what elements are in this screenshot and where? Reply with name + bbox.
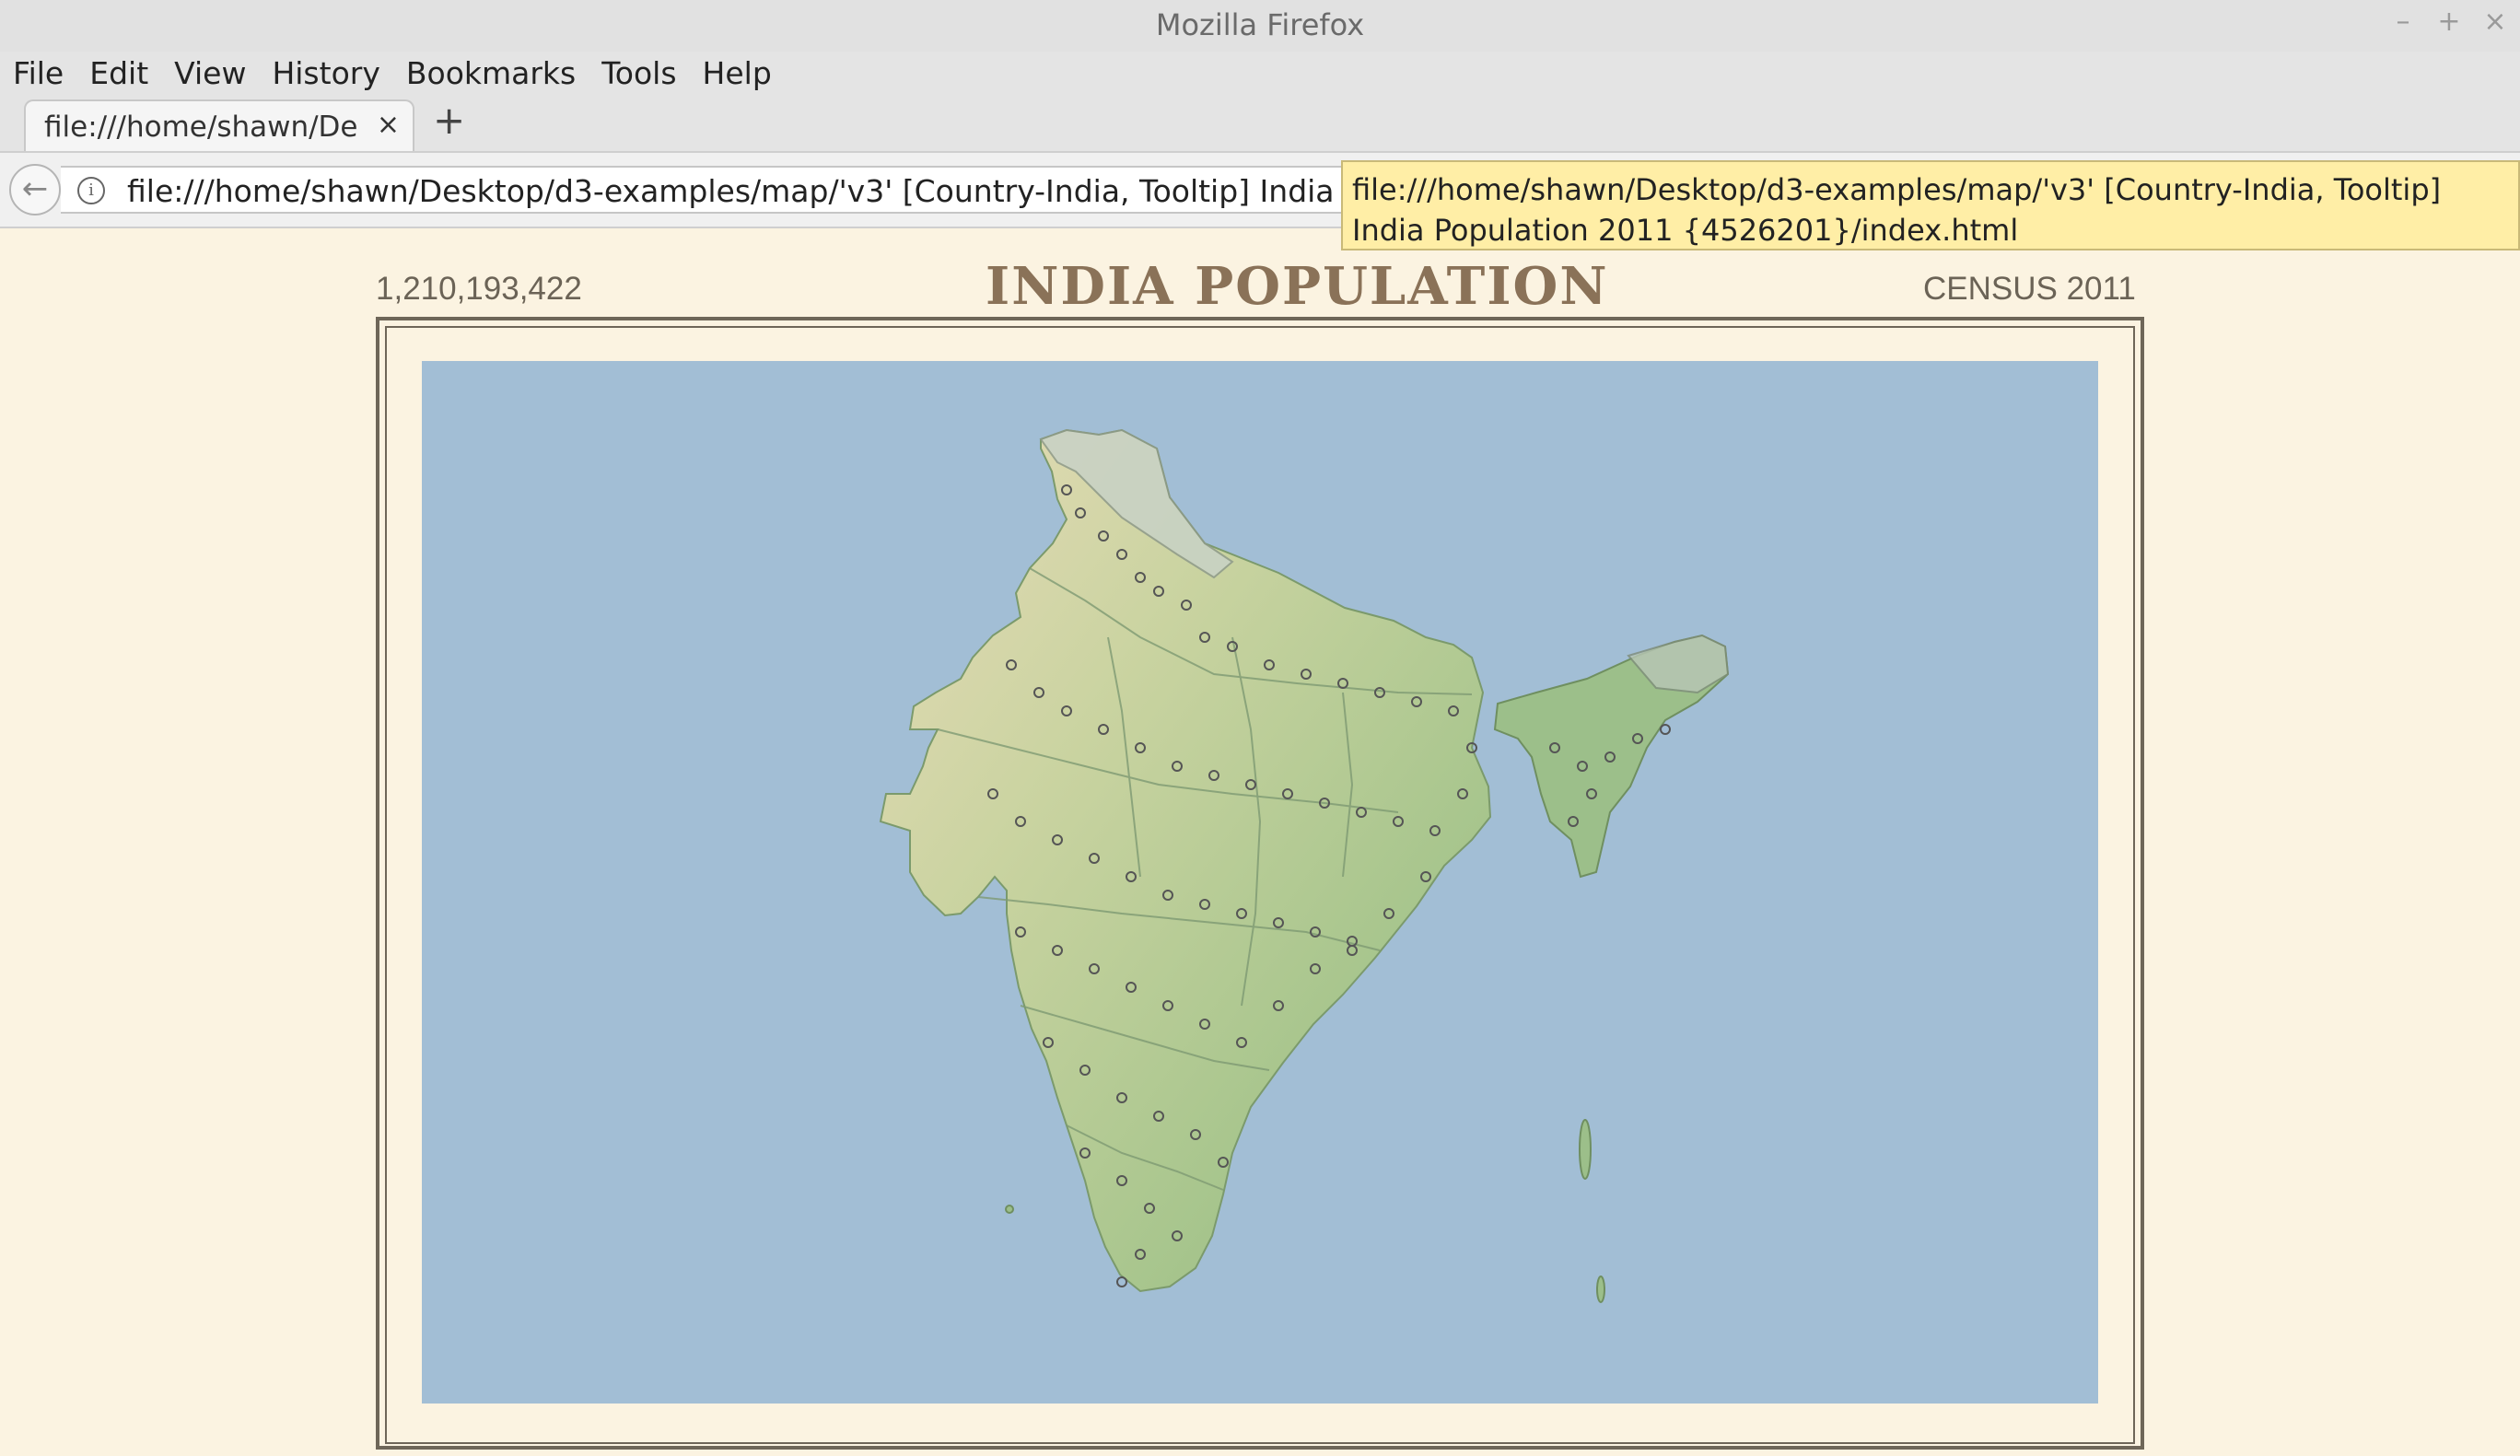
- tab-title: file:///home/shawn/Desktop/d3-examples/m…: [44, 111, 357, 144]
- tab-strip: file:///home/shawn/Desktop/d3-examples/m…: [0, 94, 2520, 153]
- window-titlebar: Mozilla Firefox – + ×: [0, 0, 2520, 52]
- menu-history[interactable]: History: [272, 55, 379, 91]
- url-input[interactable]: file:///home/shawn/Desktop/d3-examples/m…: [127, 173, 1445, 209]
- census-label: CENSUS 2011: [1923, 271, 2136, 307]
- tab-active[interactable]: file:///home/shawn/Desktop/d3-examples/m…: [24, 99, 414, 151]
- total-population: 1,210,193,422: [376, 271, 582, 307]
- india-map[interactable]: [422, 361, 2098, 1404]
- map-area[interactable]: [422, 361, 2098, 1404]
- city-marker[interactable]: [1660, 724, 1671, 735]
- lakshadweep-islands: [1005, 1205, 1014, 1214]
- info-icon[interactable]: i: [77, 177, 105, 204]
- nicobar-islands: [1596, 1275, 1605, 1303]
- close-tab-icon[interactable]: ×: [377, 109, 400, 141]
- close-window-icon[interactable]: ×: [2483, 6, 2507, 38]
- url-bar[interactable]: i file:///home/shawn/Desktop/d3-examples…: [61, 166, 1445, 214]
- new-tab-button[interactable]: +: [433, 101, 465, 140]
- menu-tools[interactable]: Tools: [601, 55, 676, 91]
- back-button[interactable]: ←: [9, 164, 61, 215]
- window-title: Mozilla Firefox: [1155, 7, 1365, 42]
- menu-edit[interactable]: Edit: [89, 55, 148, 91]
- menu-view[interactable]: View: [174, 55, 246, 91]
- menu-help[interactable]: Help: [703, 55, 772, 91]
- minimize-icon[interactable]: –: [2391, 6, 2415, 38]
- andaman-islands: [1579, 1119, 1592, 1180]
- window-controls: – + ×: [2391, 6, 2507, 38]
- menu-bookmarks[interactable]: Bookmarks: [406, 55, 576, 91]
- menu-bar: File Edit View History Bookmarks Tools H…: [0, 52, 2520, 94]
- menu-file[interactable]: File: [13, 55, 64, 91]
- page-title: INDIA POPULATION: [986, 256, 1609, 317]
- maximize-icon[interactable]: +: [2437, 6, 2461, 38]
- city-marker[interactable]: [1116, 1276, 1127, 1287]
- url-tooltip: file:///home/shawn/Desktop/d3-examples/m…: [1341, 160, 2520, 250]
